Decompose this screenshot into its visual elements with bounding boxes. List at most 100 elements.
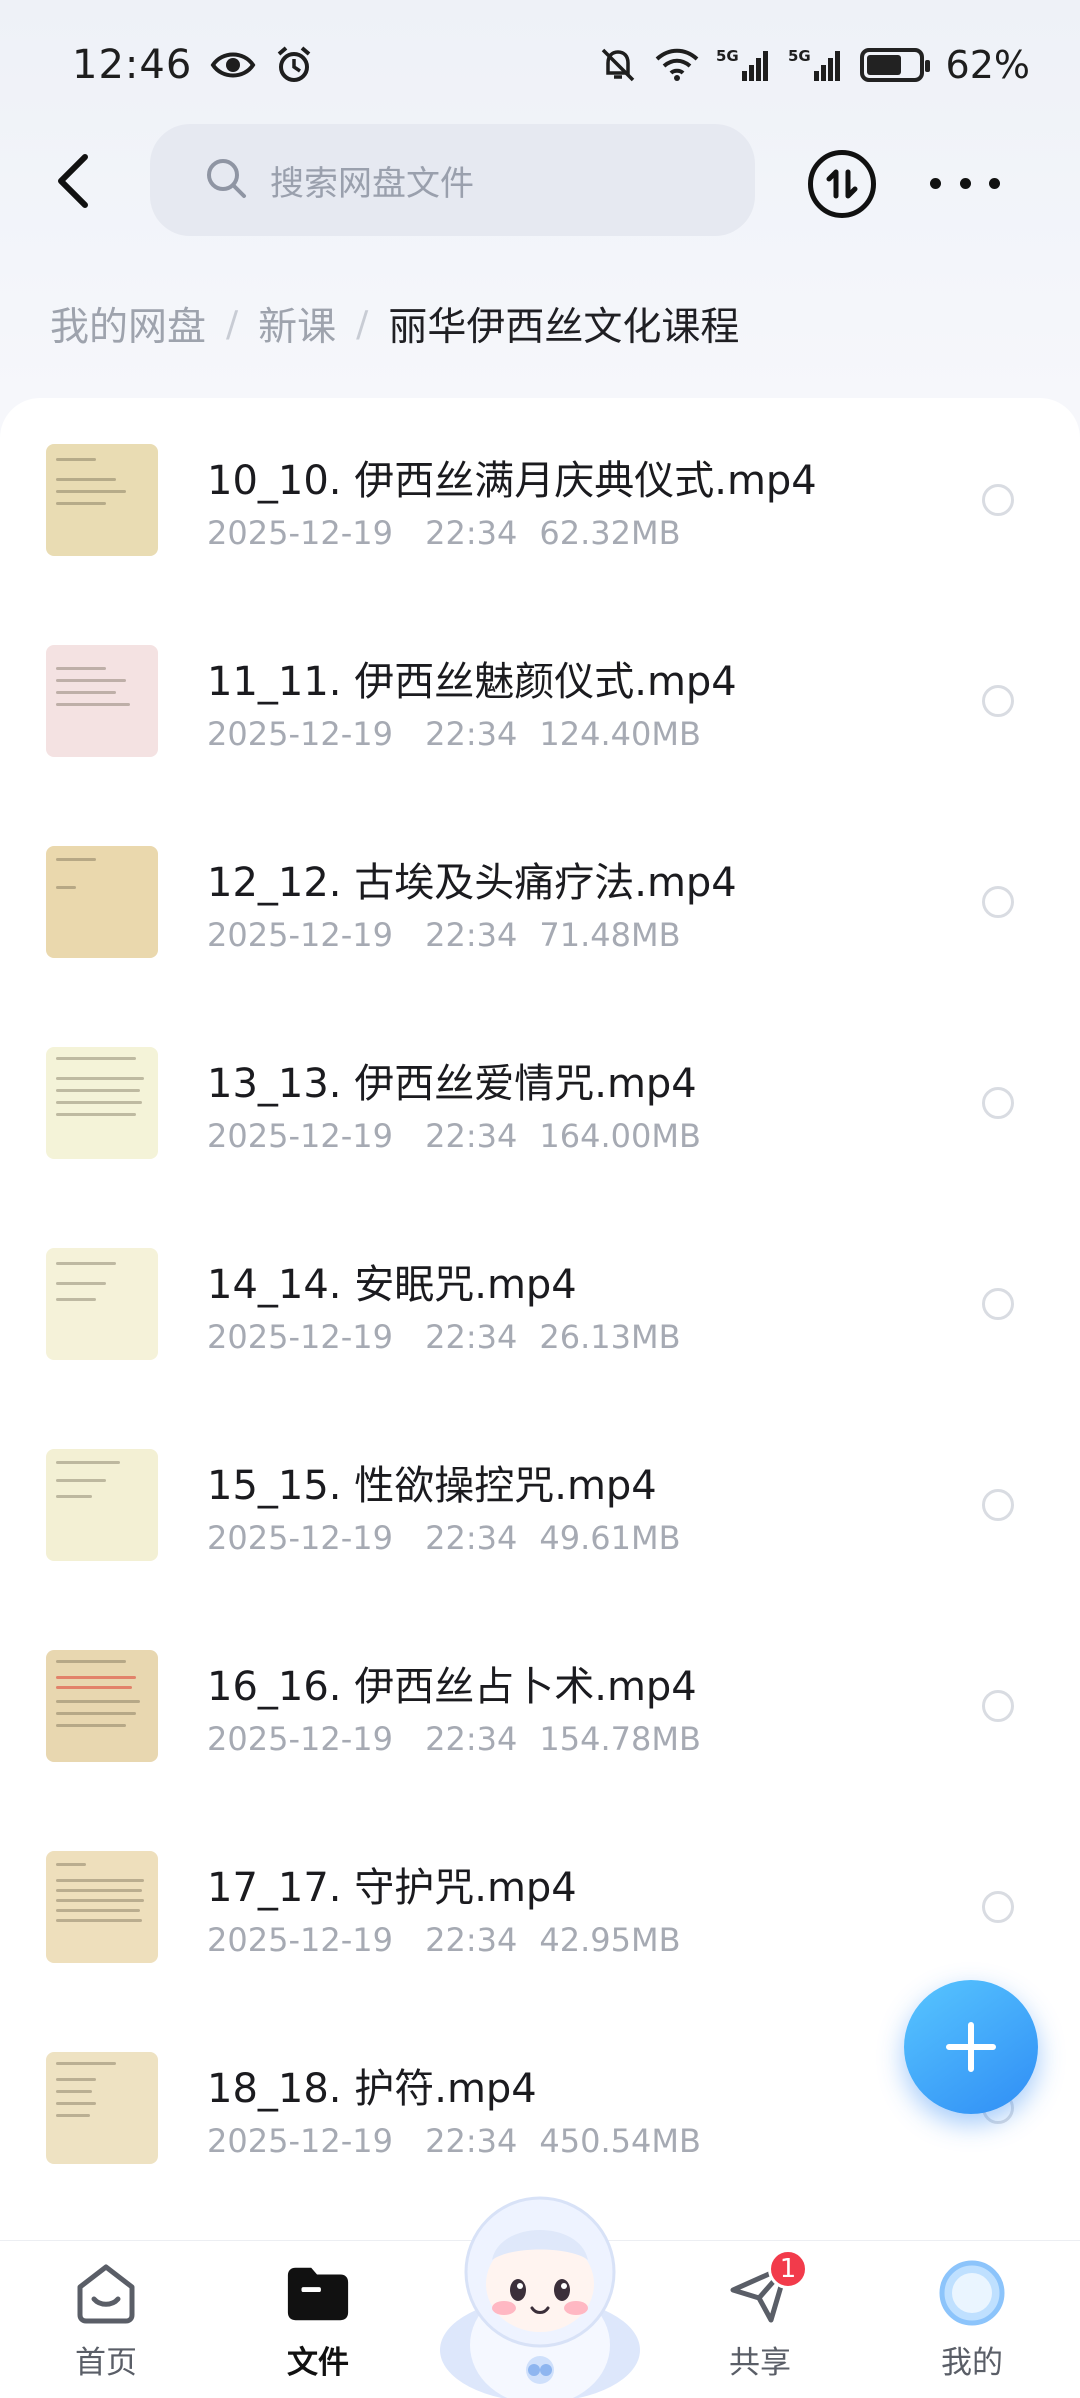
mascot-icon[interactable] (430, 2180, 650, 2398)
file-name: 17_17. 守护咒.mp4 (207, 1865, 577, 1911)
file-list: 10_10. 伊西丝满月庆典仪式.mp4 2025-12-19 22:34 62.… (0, 398, 1080, 2248)
nav-label: 我的 (941, 2345, 1003, 2381)
nav-item-files[interactable]: 文件 (238, 2259, 398, 2389)
file-meta: 2025-12-19 22:34 26.13MB (207, 1318, 681, 1356)
file-date: 2025-12-19 (207, 2122, 393, 2160)
signal-5g-icon: 5G (716, 45, 772, 85)
eye-icon (210, 48, 256, 82)
file-date: 2025-12-19 (207, 1117, 393, 1155)
bell-off-icon (598, 45, 638, 85)
app-bar: 搜索网盘文件 (0, 122, 1080, 238)
select-radio[interactable] (982, 685, 1014, 717)
search-placeholder: 搜索网盘文件 (270, 163, 474, 204)
file-time: 22:34 (425, 1117, 518, 1155)
file-name: 15_15. 性欲操控咒.mp4 (207, 1463, 657, 1509)
file-time: 22:34 (425, 1519, 518, 1557)
file-row[interactable]: 11_11. 伊西丝魅颜仪式.mp4 2025-12-19 22:34 124.4… (0, 601, 1080, 801)
folder-icon (284, 2259, 352, 2327)
file-row[interactable]: 16_16. 伊西丝占卜术.mp4 2025-12-19 22:34 154.78… (0, 1606, 1080, 1806)
file-date: 2025-12-19 (207, 1921, 393, 1959)
more-options-button[interactable] (930, 158, 1000, 208)
file-size: 62.32MB (539, 514, 681, 552)
transfer-button[interactable] (808, 150, 876, 218)
file-row[interactable]: 14_14. 安眠咒.mp4 2025-12-19 22:34 26.13MB (0, 1204, 1080, 1404)
video-thumbnail (46, 1650, 158, 1762)
file-meta: 2025-12-19 22:34 49.61MB (207, 1519, 681, 1557)
file-name: 10_10. 伊西丝满月庆典仪式.mp4 (207, 458, 817, 504)
file-name: 11_11. 伊西丝魅颜仪式.mp4 (207, 659, 737, 705)
status-right: 5G 5G 62% (598, 43, 1030, 87)
video-thumbnail (46, 1449, 158, 1561)
file-size: 124.40MB (539, 715, 701, 753)
file-time: 22:34 (425, 2122, 518, 2160)
breadcrumb-separator: / (356, 303, 369, 345)
file-date: 2025-12-19 (207, 514, 393, 552)
file-meta: 2025-12-19 22:34 62.32MB (207, 514, 681, 552)
search-icon (204, 156, 248, 204)
status-time: 12:46 (72, 42, 193, 88)
select-radio[interactable] (982, 1087, 1014, 1119)
select-radio[interactable] (982, 886, 1014, 918)
file-size: 71.48MB (539, 916, 681, 954)
file-name: 16_16. 伊西丝占卜术.mp4 (207, 1664, 697, 1710)
file-time: 22:34 (425, 1720, 518, 1758)
file-size: 26.13MB (539, 1318, 681, 1356)
breadcrumb-item-parent[interactable]: 新课 (258, 296, 336, 352)
file-meta: 2025-12-19 22:34 154.78MB (207, 1720, 701, 1758)
select-radio[interactable] (982, 484, 1014, 516)
nav-item-share[interactable]: 1 共享 (680, 2249, 840, 2389)
file-name: 18_18. 护符.mp4 (207, 2066, 537, 2112)
video-thumbnail (46, 1851, 158, 1963)
file-date: 2025-12-19 (207, 1720, 393, 1758)
file-meta: 2025-12-19 22:34 450.54MB (207, 2122, 701, 2160)
profile-icon (938, 2259, 1006, 2327)
screen: 12:46 5G 5G 62% 搜索网盘文件 我的网盘 / 新课 / 丽华伊西丝… (0, 0, 1080, 2398)
nav-label: 首页 (75, 2345, 137, 2381)
select-radio[interactable] (982, 1288, 1014, 1320)
file-row[interactable]: 17_17. 守护咒.mp4 2025-12-19 22:34 42.95MB (0, 1807, 1080, 2007)
file-row[interactable]: 13_13. 伊西丝爱情咒.mp4 2025-12-19 22:34 164.00… (0, 1003, 1080, 1203)
more-dot-icon (959, 177, 971, 189)
select-radio[interactable] (982, 1489, 1014, 1521)
video-thumbnail (46, 1248, 158, 1360)
transfer-icon (826, 169, 858, 199)
file-meta: 2025-12-19 22:34 42.95MB (207, 1921, 681, 1959)
back-button[interactable] (38, 146, 108, 216)
video-thumbnail (46, 2052, 158, 2164)
svg-text:5G: 5G (788, 47, 811, 65)
file-date: 2025-12-19 (207, 1519, 393, 1557)
file-size: 49.61MB (539, 1519, 681, 1557)
file-time: 22:34 (425, 916, 518, 954)
file-meta: 2025-12-19 22:34 71.48MB (207, 916, 681, 954)
video-thumbnail (46, 645, 158, 757)
search-input[interactable]: 搜索网盘文件 (150, 124, 755, 236)
file-time: 22:34 (425, 1921, 518, 1959)
file-size: 450.54MB (539, 2122, 701, 2160)
file-row[interactable]: 15_15. 性欲操控咒.mp4 2025-12-19 22:34 49.61MB (0, 1405, 1080, 1605)
video-thumbnail (46, 444, 158, 556)
add-button[interactable] (904, 1980, 1038, 2114)
file-date: 2025-12-19 (207, 715, 393, 753)
nav-item-home[interactable]: 首页 (26, 2259, 186, 2389)
file-size: 42.95MB (539, 1921, 681, 1959)
status-left: 12:46 (72, 42, 314, 88)
breadcrumb: 我的网盘 / 新课 / 丽华伊西丝文化课程 (50, 296, 739, 352)
select-radio[interactable] (982, 1690, 1014, 1722)
breadcrumb-item-root[interactable]: 我的网盘 (50, 296, 206, 352)
battery-percent: 62% (945, 43, 1030, 87)
more-dot-icon (989, 177, 1000, 189)
file-row[interactable]: 12_12. 古埃及头痛疗法.mp4 2025-12-19 22:34 71.48… (0, 802, 1080, 1002)
home-icon (72, 2259, 140, 2327)
file-name: 13_13. 伊西丝爱情咒.mp4 (207, 1061, 697, 1107)
file-size: 154.78MB (539, 1720, 701, 1758)
status-bar: 12:46 5G 5G 62% (0, 0, 1080, 130)
file-time: 22:34 (425, 1318, 518, 1356)
file-time: 22:34 (425, 514, 518, 552)
video-thumbnail (46, 846, 158, 958)
select-radio[interactable] (982, 1891, 1014, 1923)
alarm-icon (274, 45, 314, 85)
file-meta: 2025-12-19 22:34 164.00MB (207, 1117, 701, 1155)
file-time: 22:34 (425, 715, 518, 753)
nav-item-profile[interactable]: 我的 (892, 2259, 1052, 2389)
file-row[interactable]: 10_10. 伊西丝满月庆典仪式.mp4 2025-12-19 22:34 62.… (0, 400, 1080, 600)
